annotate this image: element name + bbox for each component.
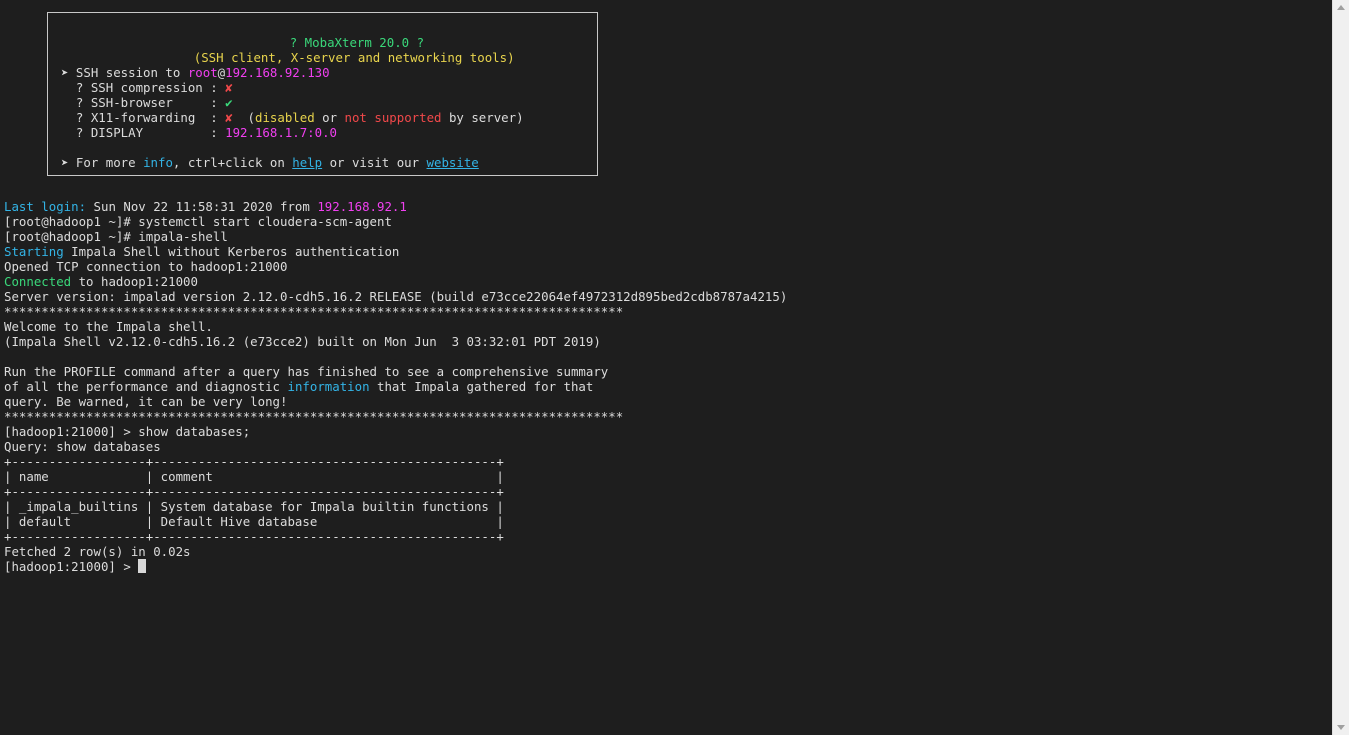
terminal-window[interactable]: ? MobaXterm 20.0 ? (SSH client, X-server…: [0, 0, 1332, 735]
info-link[interactable]: info: [143, 155, 173, 170]
table-header: | name | comment |: [4, 469, 504, 484]
table-row: | _impala_builtins | System database for…: [4, 499, 504, 514]
scroll-up-icon[interactable]: [1337, 5, 1345, 10]
fetched-line: Fetched 2 row(s) in 0.02s: [4, 544, 191, 559]
text-cursor: [138, 559, 147, 573]
banner-title: ? MobaXterm 20.0 ?: [289, 35, 425, 50]
table-row: | default | Default Hive database |: [4, 514, 504, 529]
scroll-down-icon[interactable]: [1337, 725, 1345, 730]
welcome-line: Welcome to the Impala shell.: [4, 319, 213, 334]
help-link[interactable]: help: [292, 155, 322, 170]
server-version-line: Server version: impalad version 2.12.0-c…: [4, 289, 788, 304]
last-login-line: Last login: Sun Nov 22 11:58:31 2020 fro…: [4, 199, 407, 214]
shell-version-line: (Impala Shell v2.12.0-cdh5.16.2 (e73cce2…: [4, 334, 601, 349]
query-command-line: [hadoop1:21000] > show databases;: [4, 424, 251, 439]
profile-line-1: Run the PROFILE command after a query ha…: [4, 364, 609, 379]
website-link[interactable]: website: [427, 155, 479, 170]
ssh-browser-line: ? SSH-browser : ✔: [61, 95, 233, 110]
check-icon: ✔: [225, 95, 233, 110]
table-border-bottom: +------------------+--------------------…: [4, 529, 504, 544]
vertical-scrollbar[interactable]: [1332, 0, 1349, 735]
query-echo-line: Query: show databases: [4, 439, 161, 454]
command-line-1: [root@hadoop1 ~]# systemctl start cloude…: [4, 214, 392, 229]
table-border-mid: +------------------+--------------------…: [4, 484, 504, 499]
ssh-session-line: ➤ SSH session to root@192.168.92.130: [61, 65, 330, 80]
table-border-top: +------------------+--------------------…: [4, 454, 504, 469]
opened-connection-line: Opened TCP connection to hadoop1:21000: [4, 259, 288, 274]
cross-icon: ✘: [225, 80, 233, 95]
command-line-2: [root@hadoop1 ~]# impala-shell: [4, 229, 228, 244]
ssh-compression-line: ? SSH compression : ✘: [61, 80, 233, 95]
cross-icon: ✘: [225, 110, 233, 125]
prompt-line[interactable]: [hadoop1:21000] >: [4, 559, 147, 574]
display-line: ? DISPLAY : 192.168.1.7:0.0: [61, 125, 338, 140]
profile-line-2: of all the performance and diagnostic in…: [4, 379, 594, 394]
x11-forwarding-line: ? X11-forwarding : ✘ (disabled or not su…: [61, 110, 524, 125]
connected-line: Connected to hadoop1:21000: [4, 274, 198, 289]
more-info-line: ➤ For more info, ctrl+click on help or v…: [61, 155, 479, 170]
mobaxterm-banner: ? MobaXterm 20.0 ? (SSH client, X-server…: [47, 12, 598, 176]
separator-stars-top: ****************************************…: [4, 304, 624, 319]
starting-line: Starting Impala Shell without Kerberos a…: [4, 244, 400, 259]
profile-line-3: query. Be warned, it can be very long!: [4, 394, 288, 409]
banner-subtitle: (SSH client, X-server and networking too…: [193, 50, 515, 65]
separator-stars-bottom: ****************************************…: [4, 409, 624, 424]
